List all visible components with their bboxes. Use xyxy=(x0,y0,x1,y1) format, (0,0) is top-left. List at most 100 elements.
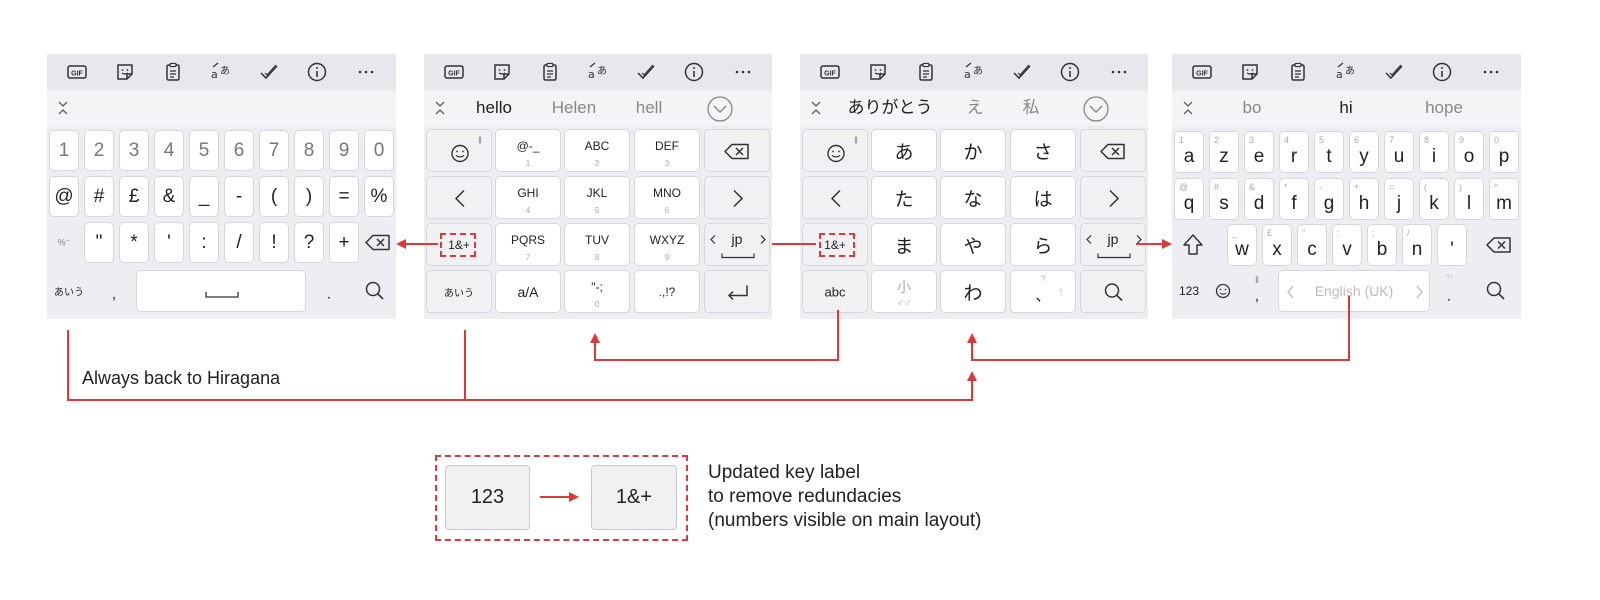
comma-key[interactable]: , xyxy=(1242,270,1272,312)
space-key[interactable] xyxy=(136,270,306,312)
numbers-switch-key[interactable]: 123 xyxy=(1174,270,1204,312)
key-symbol[interactable]: ! xyxy=(259,222,289,263)
letter-key[interactable]: :v xyxy=(1332,224,1362,266)
suggestion-1[interactable]: hello xyxy=(464,90,524,126)
letter-key[interactable]: _ w xyxy=(1227,224,1257,266)
letter-key[interactable]: 3e xyxy=(1244,131,1274,173)
space-key[interactable]: English (UK) xyxy=(1278,270,1430,312)
kana-key[interactable]: さ xyxy=(1010,129,1076,172)
spellcheck-icon[interactable] xyxy=(1383,61,1405,83)
letter-key[interactable]: @ q xyxy=(1174,178,1204,220)
letter-key[interactable]: 4r xyxy=(1279,131,1309,173)
clipboard-icon[interactable] xyxy=(915,61,937,83)
letter-key[interactable]: 0p xyxy=(1489,131,1519,173)
letter-key[interactable]: 5t xyxy=(1314,131,1344,173)
suggestion-2[interactable]: え xyxy=(960,90,990,126)
spellcheck-icon[interactable] xyxy=(258,61,280,83)
translate-icon[interactable]: aあ xyxy=(1335,61,1357,83)
key-digit-9[interactable]: 9 xyxy=(329,130,359,171)
kana-key[interactable]: わ xyxy=(940,270,1006,313)
suggestion-1[interactable]: bo xyxy=(1232,90,1272,126)
search-key[interactable] xyxy=(1477,270,1515,312)
cursor-right-key[interactable] xyxy=(704,176,770,219)
letter-key[interactable]: ^ m xyxy=(1489,178,1519,220)
t9-key[interactable]: MNO 6 xyxy=(634,176,700,219)
period-key[interactable]: . xyxy=(314,270,344,312)
kana-switch-key[interactable]: あいう xyxy=(49,270,89,312)
more-icon[interactable] xyxy=(732,61,754,83)
collapse-icon[interactable] xyxy=(1181,99,1195,117)
kana-key[interactable]: あ xyxy=(871,129,937,172)
key-symbol[interactable]: ? xyxy=(294,222,324,263)
collapse-icon[interactable] xyxy=(809,99,823,117)
letter-key[interactable]: -g xyxy=(1314,178,1344,220)
spellcheck-icon[interactable] xyxy=(1011,61,1033,83)
kana-switch-key[interactable]: あいう xyxy=(426,270,492,313)
key-symbol[interactable]: % xyxy=(364,176,394,217)
letter-key[interactable]: ; b xyxy=(1367,224,1397,266)
key-symbol[interactable]: & xyxy=(154,176,184,217)
key-digit-4[interactable]: 4 xyxy=(154,130,184,171)
t9-key[interactable]: "-; 0 xyxy=(564,270,630,313)
clipboard-icon[interactable] xyxy=(539,61,561,83)
key-digit-6[interactable]: 6 xyxy=(224,130,254,171)
letter-key[interactable]: " c xyxy=(1297,224,1327,266)
kana-key[interactable]: は xyxy=(1010,176,1076,219)
t9-key[interactable]: GHI 4 xyxy=(495,176,561,219)
t9-key[interactable]: PQRS 7 xyxy=(495,223,561,266)
more-icon[interactable] xyxy=(1108,61,1130,83)
period-key[interactable]: ?!. xyxy=(1434,270,1464,312)
punctuation-key[interactable]: ?、! xyxy=(1010,270,1076,313)
key-symbol[interactable]: ( xyxy=(259,176,289,217)
suggestion-1[interactable]: ありがとう xyxy=(844,90,936,126)
key-digit-2[interactable]: 2 xyxy=(84,130,114,171)
key-symbol[interactable]: = xyxy=(329,176,359,217)
suggestion-2[interactable]: Helen xyxy=(542,90,606,126)
letter-key[interactable]: 2z xyxy=(1209,131,1239,173)
letter-key[interactable]: (k xyxy=(1419,178,1449,220)
translate-icon[interactable]: aあ xyxy=(210,61,232,83)
suggestion-3[interactable]: 私 xyxy=(1016,90,1046,126)
t9-key[interactable]: DEF 3 xyxy=(634,129,700,172)
t9-key[interactable]: .,!? xyxy=(634,270,700,313)
enter-key[interactable] xyxy=(704,270,770,313)
expand-suggestions-icon[interactable] xyxy=(706,95,734,123)
suggestion-3[interactable]: hope xyxy=(1418,90,1470,126)
letter-key[interactable]: 7u xyxy=(1384,131,1414,173)
key-digit-7[interactable]: 7 xyxy=(259,130,289,171)
info-icon[interactable] xyxy=(683,61,705,83)
letter-key[interactable]: ) l xyxy=(1454,178,1484,220)
language-key[interactable]: jp xyxy=(704,223,770,266)
translate-icon[interactable]: aあ xyxy=(963,61,985,83)
gif-icon[interactable]: GIF xyxy=(819,61,841,83)
key-symbol[interactable]: / xyxy=(224,222,254,263)
gif-icon[interactable]: GIF xyxy=(1191,61,1213,83)
translate-icon[interactable]: aあ xyxy=(587,61,609,83)
key-symbol[interactable]: ) xyxy=(294,176,324,217)
key-digit-0[interactable]: 0 xyxy=(364,130,394,171)
suggestion-3[interactable]: hell xyxy=(624,90,674,126)
shift-key[interactable] xyxy=(1174,224,1212,266)
key-digit-5[interactable]: 5 xyxy=(189,130,219,171)
t9-key[interactable]: JKL 5 xyxy=(564,176,630,219)
letter-key[interactable]: = j xyxy=(1384,178,1414,220)
emoji-key[interactable] xyxy=(802,129,868,172)
kana-key[interactable]: た xyxy=(871,176,937,219)
info-icon[interactable] xyxy=(1431,61,1453,83)
spellcheck-icon[interactable] xyxy=(635,61,657,83)
key-digit-8[interactable]: 8 xyxy=(294,130,324,171)
letter-key[interactable]: ' xyxy=(1437,224,1467,266)
backspace-key[interactable] xyxy=(1482,224,1518,266)
comma-key[interactable]: , xyxy=(99,270,129,312)
sticker-icon[interactable] xyxy=(114,61,136,83)
clipboard-icon[interactable] xyxy=(1287,61,1309,83)
kana-key[interactable]: ま xyxy=(871,223,937,266)
key-digit-3[interactable]: 3 xyxy=(119,130,149,171)
t9-key[interactable]: TUV 8 xyxy=(564,223,630,266)
cursor-left-key[interactable] xyxy=(426,176,492,219)
abc-switch-key[interactable]: abc xyxy=(802,270,868,313)
letter-key[interactable]: 8i xyxy=(1419,131,1449,173)
search-key[interactable] xyxy=(357,270,393,312)
letter-key[interactable]: £ x xyxy=(1262,224,1292,266)
search-key[interactable] xyxy=(1080,270,1146,313)
